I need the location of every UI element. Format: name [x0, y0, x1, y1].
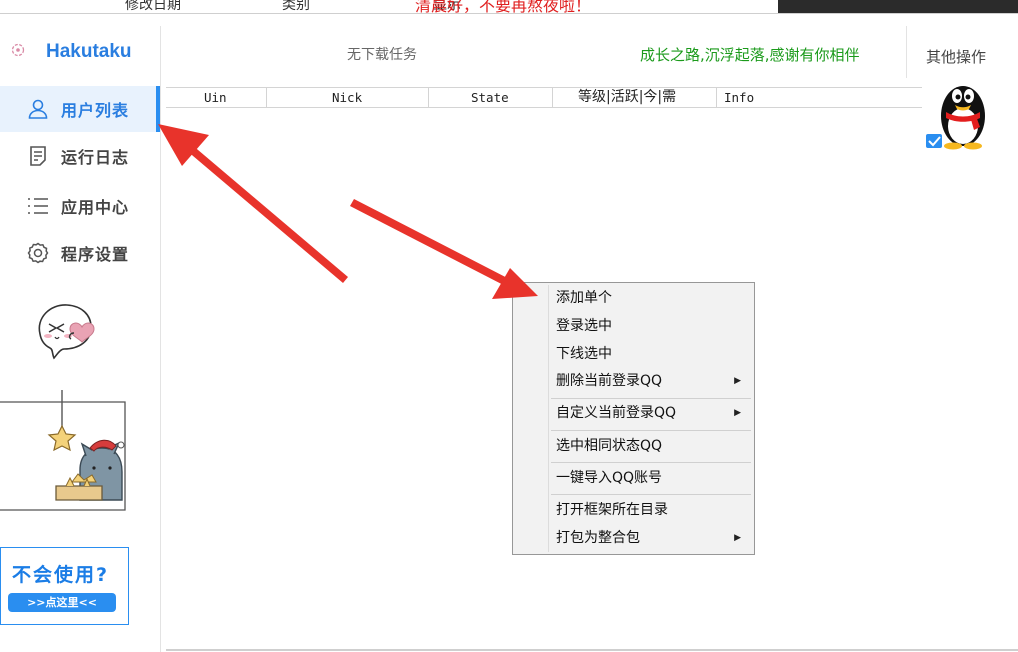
brand-name: Hakutaku: [46, 41, 132, 62]
bg-column-type: 类别: [282, 0, 310, 13]
sidebar-item-label: 程序设置: [61, 245, 130, 264]
column-header-nick[interactable]: Nick: [332, 88, 362, 107]
column-separator[interactable]: [552, 88, 553, 107]
sidebar-item-label: 应用中心: [61, 198, 130, 217]
log-icon: [26, 144, 50, 168]
other-operations-button[interactable]: 其他操作: [926, 46, 986, 67]
user-table-header: Uin Nick State 等级|活跃|今|需 Info: [166, 87, 922, 108]
horizontal-scrollbar[interactable]: [166, 649, 1018, 651]
arrow-to-context-menu: [350, 199, 538, 299]
submenu-arrow-icon: ▶: [734, 408, 741, 418]
bg-dark-region: [778, 0, 1018, 14]
arrow-to-user-list: [158, 124, 348, 283]
bg-column-date: 修改日期: [125, 0, 181, 13]
sidebar-item-user-list[interactable]: 用户列表: [0, 86, 160, 132]
blush-sticker-image: [38, 304, 95, 360]
menu-item-label: 选中相同状态QQ: [556, 438, 663, 454]
menu-item-label: 下线选中: [556, 346, 612, 362]
brand: Hakutaku: [10, 40, 132, 64]
menu-item-delete-current-qq[interactable]: 删除当前登录QQ ▶: [513, 368, 754, 394]
submenu-arrow-icon: ▶: [734, 376, 741, 386]
menu-item-select-same-state[interactable]: 选中相同状态QQ: [513, 433, 754, 459]
menu-item-label: 删除当前登录QQ: [556, 373, 663, 389]
checkbox-checked-icon: [926, 134, 942, 148]
submenu-arrow-icon: ▶: [734, 533, 741, 543]
menu-separator: [551, 462, 751, 463]
menu-item-open-directory[interactable]: 打开框架所在目录: [513, 497, 754, 523]
sidebar-divider: [160, 26, 161, 652]
logo-icon: [10, 43, 32, 61]
greeting-warning: 清晨好，不要再熬夜啦！: [415, 0, 592, 14]
help-question: 不会使用?: [12, 564, 110, 586]
motto-text: 成长之路,沉浮起落,感谢有你相伴: [640, 46, 860, 64]
menu-item-logout-selected[interactable]: 下线选中: [513, 341, 754, 367]
menu-item-import-qq[interactable]: 一键导入QQ账号: [513, 465, 754, 491]
menu-separator: [551, 430, 751, 431]
menu-item-customize-current-qq[interactable]: 自定义当前登录QQ ▶: [513, 400, 754, 426]
column-separator[interactable]: [266, 88, 267, 107]
menu-item-add-single[interactable]: 添加单个: [513, 285, 754, 311]
sidebar-item-app-center[interactable]: 应用中心: [0, 183, 160, 229]
column-separator[interactable]: [428, 88, 429, 107]
sidebar-item-label: 用户列表: [61, 101, 130, 120]
menu-item-label: 打开框架所在目录: [556, 502, 668, 518]
user-icon: [26, 97, 50, 121]
gear-icon: [26, 241, 50, 265]
sidebar-item-run-log[interactable]: 运行日志: [0, 133, 160, 179]
column-header-uin[interactable]: Uin: [204, 88, 227, 107]
column-separator[interactable]: [716, 88, 717, 107]
menu-item-login-selected[interactable]: 登录选中: [513, 313, 754, 339]
column-header-level[interactable]: 等级|活跃|今|需: [578, 88, 676, 107]
list-icon: [26, 194, 50, 218]
help-box[interactable]: 不会使用? >>点这里<<: [0, 547, 129, 625]
menu-item-label: 自定义当前登录QQ: [556, 405, 677, 421]
column-header-info[interactable]: Info: [724, 88, 754, 107]
help-button[interactable]: >>点这里<<: [8, 593, 116, 612]
header-divider: [906, 26, 907, 78]
sidebar-item-settings[interactable]: 程序设置: [0, 230, 160, 276]
download-status: 无下载任务: [347, 47, 417, 63]
menu-item-label: 添加单个: [556, 290, 612, 306]
qq-penguin-avatar[interactable]: [926, 76, 998, 150]
menu-item-label: 打包为整合包: [556, 530, 640, 546]
menu-separator: [551, 494, 751, 495]
cat-star-sticker-image: [0, 390, 126, 511]
background-window-strip: 修改日期 类别 显示 清晨好，不要再熬夜啦！: [0, 0, 1018, 14]
context-menu: 添加单个 登录选中 下线选中 删除当前登录QQ ▶ 自定义当前登录QQ ▶ 选中相同…: [512, 282, 755, 555]
menu-item-label: 登录选中: [556, 318, 612, 334]
sidebar-item-label: 运行日志: [61, 148, 130, 167]
menu-separator: [551, 398, 751, 399]
column-header-state[interactable]: State: [471, 88, 509, 107]
menu-item-pack-bundle[interactable]: 打包为整合包 ▶: [513, 525, 754, 551]
menu-item-label: 一键导入QQ账号: [556, 470, 663, 486]
